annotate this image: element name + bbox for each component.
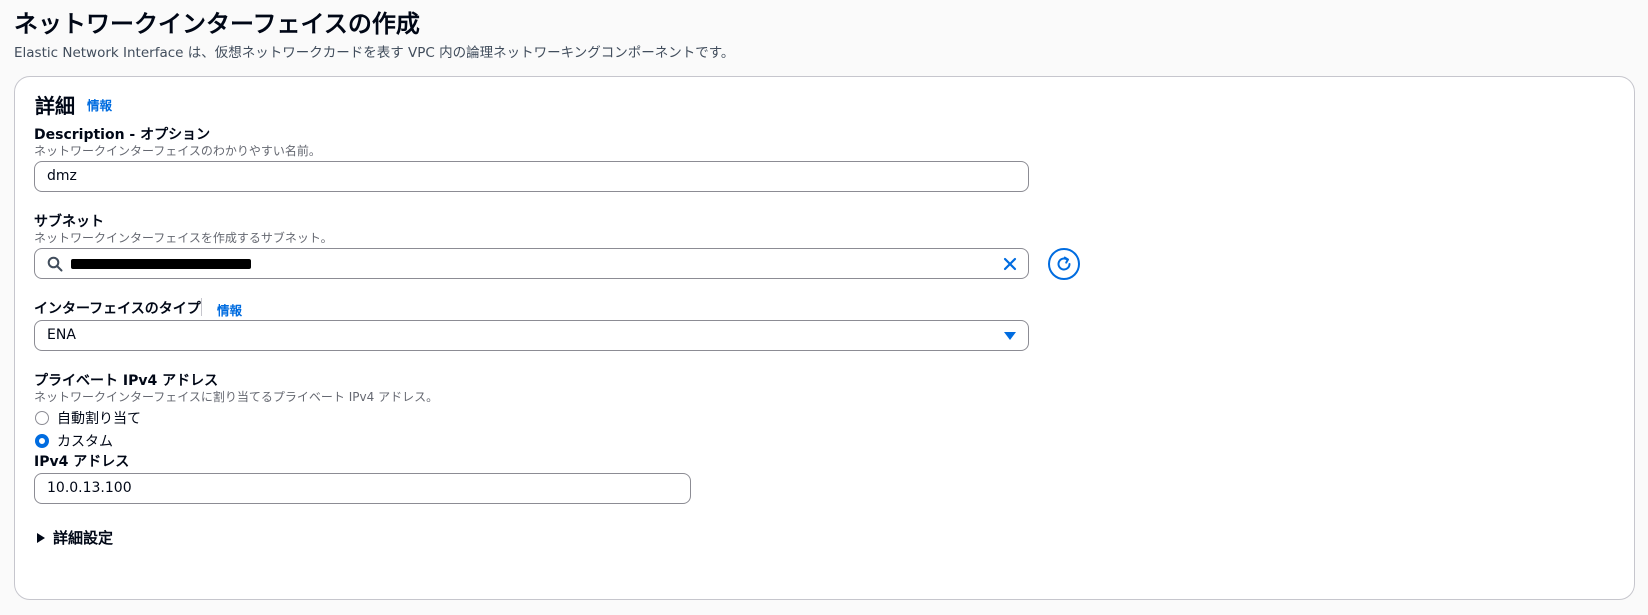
radio-custom[interactable]: カスタム [35,431,113,451]
ipv4-address-label: IPv4 アドレス [34,454,130,470]
page-title: ネットワークインターフェイスの作成 [14,10,420,38]
radio-auto-assign-label: 自動割り当て [57,411,141,427]
interface-type-value: ENA [47,327,76,343]
radio-custom-label: カスタム [57,434,113,450]
subnet-label: サブネット [34,214,104,230]
interface-type-label: インターフェイスのタイプ [34,301,201,317]
redacted-subnet-value [71,259,251,269]
radio-circle[interactable] [35,411,49,425]
details-info-link[interactable]: 情報 [87,95,112,114]
subnet-select[interactable] [34,248,1029,279]
interface-type-select[interactable]: ENA [34,320,1029,351]
subnet-hint: ネットワークインターフェイスを作成するサブネット。 [34,231,333,245]
advanced-settings-toggle[interactable]: 詳細設定 [37,527,113,548]
description-hint: ネットワークインターフェイスのわかりやすい名前。 [34,144,321,158]
private-ipv4-hint: ネットワークインターフェイスに割り当てるプライベート IPv4 アドレス。 [34,390,439,404]
description-label: Description - オプション [34,127,211,143]
refresh-button[interactable] [1048,248,1080,280]
radio-auto-assign[interactable]: 自動割り当て [35,408,141,428]
private-ipv4-label: プライベート IPv4 アドレス [34,373,219,389]
caret-right-icon [37,532,45,543]
details-panel: 詳細 情報 Description - オプション ネットワークインターフェイス… [14,76,1635,600]
ipv4-address-input[interactable]: 10.0.13.100 [34,473,691,504]
close-icon[interactable] [1002,256,1018,272]
refresh-icon [1057,256,1071,271]
caret-down-icon [1004,332,1016,340]
label-divider [201,298,202,316]
radio-circle-checked[interactable] [35,434,49,448]
search-icon [47,256,63,272]
advanced-settings-label: 詳細設定 [53,529,114,547]
section-title: 詳細 [35,94,75,118]
page-description: Elastic Network Interface は、仮想ネットワークカードを… [14,45,735,61]
description-input[interactable]: dmz [34,161,1029,192]
interface-type-info-link[interactable]: 情報 [217,300,242,319]
